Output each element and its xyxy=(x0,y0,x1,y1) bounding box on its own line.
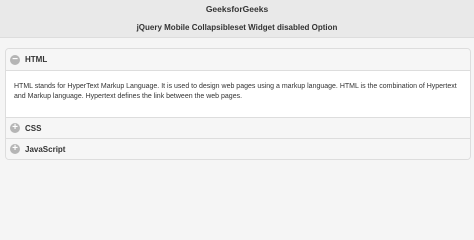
collapsible-content-html: HTML stands for HyperText Markup Languag… xyxy=(6,70,470,117)
plus-icon: + xyxy=(10,144,20,154)
collapsible-heading-javascript[interactable]: + JavaScript xyxy=(6,138,470,159)
page-header: GeeksforGeeks jQuery Mobile Collapsibles… xyxy=(0,0,474,38)
minus-icon: − xyxy=(10,54,20,65)
collapsible-label-html: HTML xyxy=(25,55,48,64)
collapsible-label-css: CSS xyxy=(25,123,42,133)
plus-icon: + xyxy=(10,123,20,133)
site-title: GeeksforGeeks xyxy=(205,4,269,14)
collapsible-heading-html[interactable]: − HTML xyxy=(6,49,470,70)
collapsibleset: − HTML HTML stands for HyperText Markup … xyxy=(5,48,471,160)
collapsible-heading-css[interactable]: + CSS xyxy=(6,117,470,138)
page-subtitle: jQuery Mobile Collapsibleset Widget disa… xyxy=(136,23,338,32)
collapsible-label-javascript: JavaScript xyxy=(25,144,66,154)
